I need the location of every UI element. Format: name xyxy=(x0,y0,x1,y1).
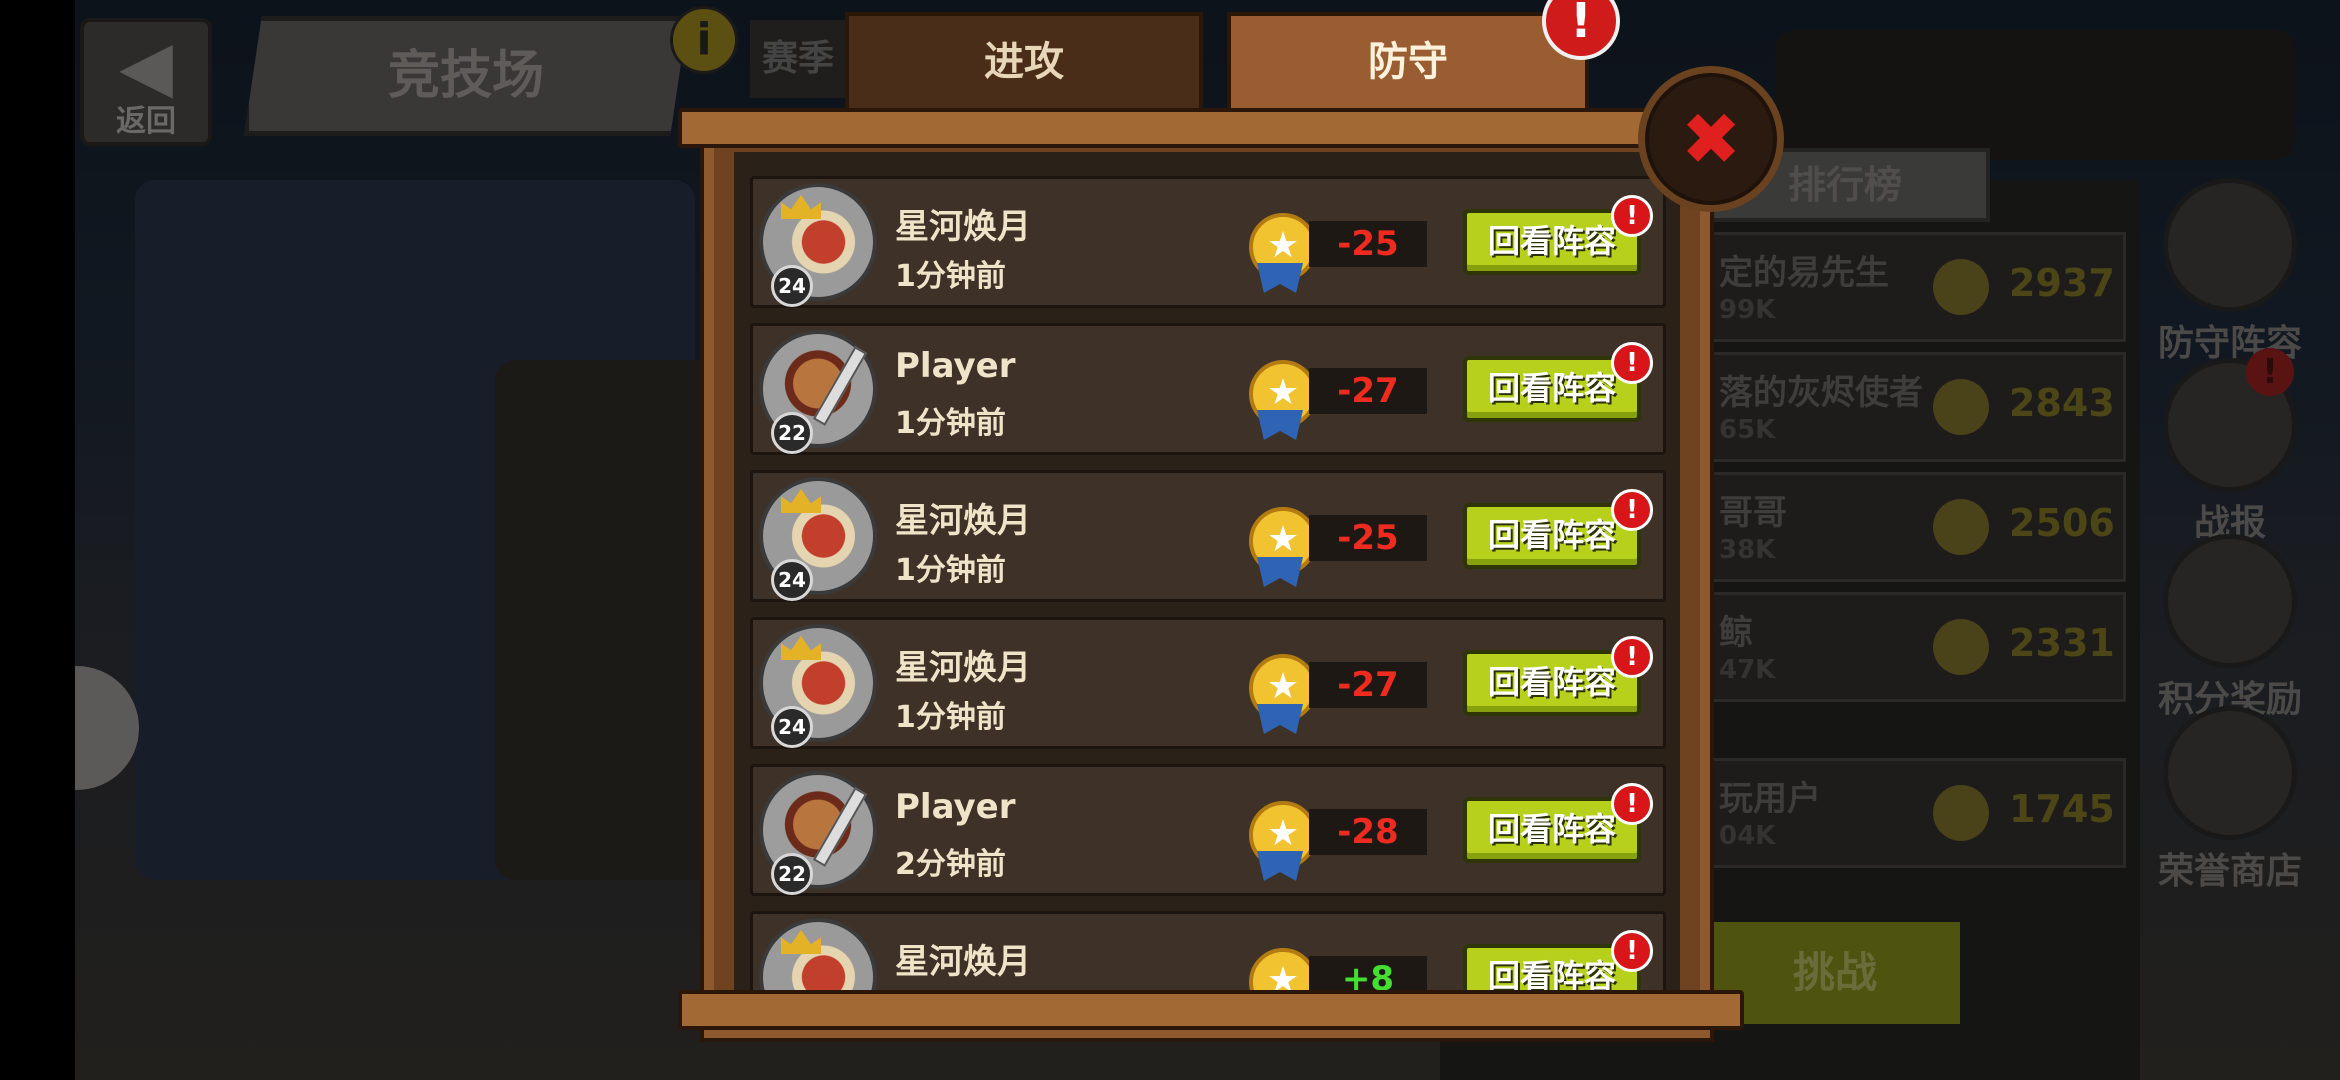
ranking-score: 2937 xyxy=(2009,261,2115,305)
opponent-name: 星河焕月 xyxy=(895,501,1031,541)
ranking-power: 99K xyxy=(1719,295,1776,325)
ranking-name: 哥哥 xyxy=(1719,493,1787,533)
ranking-name: 玩用户 xyxy=(1719,779,1821,819)
medal-icon xyxy=(1933,785,1989,841)
side-honor-shop-button[interactable]: 荣誉商店 xyxy=(2150,706,2310,894)
score-change: -25 xyxy=(1309,221,1427,267)
alert-icon: ! xyxy=(1611,636,1653,678)
score-change: -28 xyxy=(1309,809,1427,855)
battle-time: 2分钟前 xyxy=(895,847,1006,882)
opponent-avatar[interactable]: 24 xyxy=(759,183,877,307)
crown-icon xyxy=(781,636,821,660)
battle-log-row: 22 Player 2分钟前 ★ -28 回看阵容 ! xyxy=(750,764,1666,896)
modal-bottom-plank xyxy=(678,990,1744,1030)
ranking-score: 2843 xyxy=(2009,381,2115,425)
info-icon[interactable]: i xyxy=(670,6,738,74)
ranking-row[interactable]: 落的灰烬使者 65K 2843 xyxy=(1700,352,2126,462)
medal-ribbon-icon xyxy=(1257,263,1303,293)
medal-icon xyxy=(1933,619,1989,675)
tab-defense[interactable]: 防守 xyxy=(1227,12,1589,112)
ranking-name: 落的灰烬使者 xyxy=(1719,373,1923,413)
opponent-avatar[interactable]: 24 xyxy=(759,624,877,748)
medal-icon xyxy=(1933,379,1989,435)
back-arrow-icon: ◀ xyxy=(119,25,173,107)
ranking-score: 2506 xyxy=(2009,501,2115,545)
alert-icon: ! xyxy=(1611,783,1653,825)
opponent-name: 星河焕月 xyxy=(895,942,1031,982)
ranking-row[interactable]: 定的易先生 99K 2937 xyxy=(1700,232,2126,342)
season-tab[interactable]: 赛季 xyxy=(750,20,846,98)
battle-log-row: 22 Player 1分钟前 ★ -27 回看阵容 ! xyxy=(750,323,1666,455)
ranking-row[interactable]: 鲸 47K 2331 xyxy=(1700,592,2126,702)
ranking-power: 38K xyxy=(1719,535,1776,565)
opponent-name: 星河焕月 xyxy=(895,648,1031,688)
score-change: -27 xyxy=(1309,368,1427,414)
medal-ribbon-icon xyxy=(1257,704,1303,734)
level-badge: 24 xyxy=(771,265,813,307)
medal-icon xyxy=(1933,499,1989,555)
ranking-power: 04K xyxy=(1719,821,1776,851)
battle-log-modal: 24 星河焕月 1分钟前 ★ -25 回看阵容 ! 22 Player 1分钟前… xyxy=(700,118,1714,1042)
gem-icon xyxy=(2163,706,2297,840)
challenge-button[interactable]: 挑战 xyxy=(1710,922,1960,1024)
battle-time: 1分钟前 xyxy=(895,259,1006,294)
crown-icon xyxy=(781,195,821,219)
opponent-name: Player xyxy=(895,346,1016,386)
ranking-row[interactable]: 哥哥 38K 2506 xyxy=(1700,472,2126,582)
level-badge: 24 xyxy=(771,559,813,601)
score-change: -25 xyxy=(1309,515,1427,561)
battle-log-row: 24 星河焕月 1分钟前 ★ -27 回看阵容 ! xyxy=(750,617,1666,749)
ranking-score: 2331 xyxy=(2009,621,2115,665)
ranking-name: 定的易先生 xyxy=(1719,253,1889,293)
battle-log-list[interactable]: 24 星河焕月 1分钟前 ★ -25 回看阵容 ! 22 Player 1分钟前… xyxy=(734,152,1680,1008)
medal-icon xyxy=(2163,534,2297,668)
ranking-row[interactable]: 玩用户 04K 1745 xyxy=(1700,758,2126,868)
crown-icon xyxy=(781,930,821,954)
close-icon[interactable]: ✖ xyxy=(1638,66,1784,212)
shield-icon xyxy=(2163,178,2297,312)
alert-icon: ! xyxy=(1611,930,1653,972)
battle-log-row: 24 星河焕月 1分钟前 ★ -25 回看阵容 ! xyxy=(750,176,1666,308)
alert-icon: ! xyxy=(1611,342,1653,384)
medal-ribbon-icon xyxy=(1257,410,1303,440)
opponent-name: 星河焕月 xyxy=(895,207,1031,247)
back-button[interactable]: ◀ 返回 xyxy=(80,18,212,146)
medal-ribbon-icon xyxy=(1257,851,1303,881)
opponent-name: Player xyxy=(895,787,1016,827)
side-label: 荣誉商店 xyxy=(2157,851,2302,892)
level-badge: 24 xyxy=(771,706,813,748)
alert-icon: ! xyxy=(1611,489,1653,531)
side-defense-lineup-button[interactable]: 防守阵容 xyxy=(2150,178,2310,366)
score-change: -27 xyxy=(1309,662,1427,708)
battle-time: 1分钟前 xyxy=(895,406,1006,441)
page-title: 竞技场 xyxy=(244,16,688,136)
medal-icon xyxy=(1933,259,1989,315)
modal-top-plank xyxy=(678,108,1744,148)
battle-time: 1分钟前 xyxy=(895,553,1006,588)
level-badge: 22 xyxy=(771,412,813,454)
ranking-power: 65K xyxy=(1719,415,1776,445)
back-label: 返回 xyxy=(116,104,176,139)
alert-icon: ! xyxy=(2246,348,2294,396)
sword-icon xyxy=(812,346,868,426)
ranking-name: 鲸 xyxy=(1719,613,1753,653)
side-points-reward-button[interactable]: 积分奖励 xyxy=(2150,534,2310,722)
ranking-power: 47K xyxy=(1719,655,1776,685)
battle-time: 1分钟前 xyxy=(895,700,1006,735)
opponent-avatar[interactable]: 22 xyxy=(759,771,877,895)
battle-log-row: 24 星河焕月 1分钟前 ★ -25 回看阵容 ! xyxy=(750,470,1666,602)
tab-attack[interactable]: 进攻 xyxy=(845,12,1203,112)
crown-icon xyxy=(781,489,821,513)
opponent-avatar[interactable]: 24 xyxy=(759,477,877,601)
alert-icon: ! xyxy=(1611,195,1653,237)
sword-icon xyxy=(812,787,868,867)
level-badge: 22 xyxy=(771,853,813,895)
ranking-score: 1745 xyxy=(2009,787,2115,831)
opponent-avatar[interactable]: 22 xyxy=(759,330,877,454)
medal-ribbon-icon xyxy=(1257,557,1303,587)
